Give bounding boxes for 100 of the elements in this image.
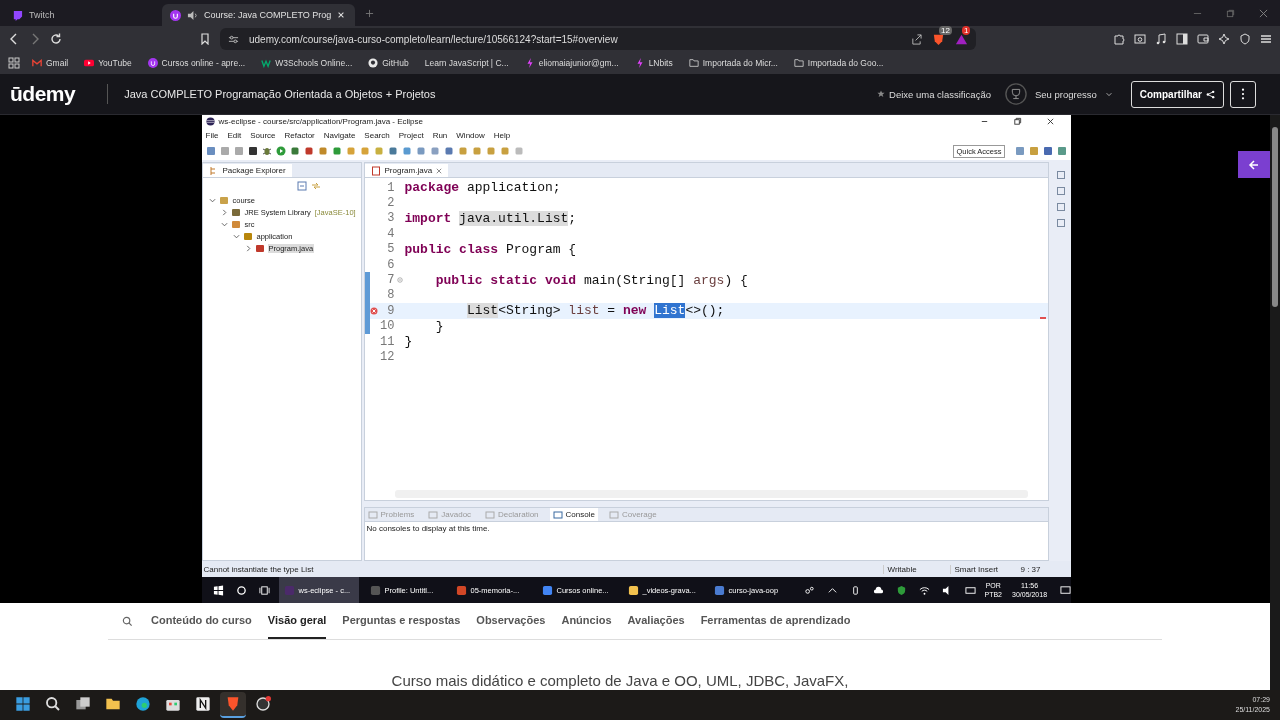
- expander-icon[interactable]: [208, 196, 216, 204]
- course-tab[interactable]: Avaliações: [627, 603, 685, 639]
- share-icon[interactable]: [911, 33, 922, 45]
- sidebar-icon[interactable]: [1176, 33, 1188, 45]
- course-tab[interactable]: Observações: [476, 603, 546, 639]
- wallet-icon[interactable]: [1197, 33, 1209, 45]
- search-icon[interactable]: [235, 584, 247, 596]
- profiler-icon: [369, 584, 381, 596]
- expander-icon[interactable]: [244, 244, 252, 252]
- menu-item[interactable]: Help: [493, 130, 511, 140]
- browser-tab[interactable]: Course: Java COMPLETO Prog: [162, 4, 356, 26]
- menu-item[interactable]: Navigate: [323, 130, 356, 140]
- octocat-icon: [368, 58, 379, 68]
- expander-icon[interactable]: [232, 232, 240, 240]
- lion-shield-icon: [225, 696, 241, 712]
- bookmark-item[interactable]: eliomaiajunior@gm...: [520, 58, 623, 68]
- view-icon[interactable]: [1055, 186, 1066, 196]
- view-icon[interactable]: [1055, 170, 1066, 180]
- perspective-icon[interactable]: [1014, 146, 1025, 156]
- view-tab[interactable]: Console: [549, 508, 598, 521]
- music-note-icon[interactable]: [1155, 33, 1167, 45]
- menu-item[interactable]: Refactor: [284, 130, 315, 140]
- rating-link[interactable]: Deixe uma classificação: [877, 88, 991, 100]
- view-tab[interactable]: Package Explorer: [202, 164, 292, 177]
- chrome-icon: [541, 584, 553, 596]
- bookmark-item[interactable]: Gmail: [28, 58, 73, 68]
- shield-icon[interactable]: [895, 584, 907, 596]
- triangle-icon[interactable]: [955, 32, 968, 46]
- progress-dropdown[interactable]: Seu progresso: [1004, 83, 1113, 105]
- people-icon[interactable]: [803, 584, 815, 596]
- new-tab-icon[interactable]: [365, 8, 375, 18]
- arrow-left-icon: [1248, 158, 1260, 171]
- expander-icon[interactable]: [220, 208, 228, 216]
- close-tab-icon[interactable]: [337, 11, 346, 19]
- bookmark-item[interactable]: W3Schools Online...: [257, 58, 357, 68]
- bookmark-item[interactable]: YouTube: [80, 58, 136, 68]
- browser-tab[interactable]: Twitch: [4, 4, 162, 26]
- bookmark-item[interactable]: Learn JavaScript | C...: [420, 58, 513, 68]
- share-button[interactable]: Compartilhar: [1130, 80, 1224, 108]
- bookmark-item[interactable]: Importada do Micr...: [684, 58, 782, 68]
- menu-item[interactable]: Search: [364, 130, 390, 140]
- sparkle-icon[interactable]: [1218, 33, 1230, 45]
- puzzle-icon[interactable]: [1113, 33, 1125, 45]
- open-sidebar-button[interactable]: [1238, 151, 1270, 178]
- eclipse-icon: [283, 584, 295, 596]
- perspective-icon[interactable]: [1056, 146, 1067, 156]
- keyboard-icon[interactable]: [964, 584, 976, 596]
- tool-icon[interactable]: [303, 146, 314, 156]
- star-icon: [877, 90, 886, 98]
- course-tab[interactable]: Anúncios: [561, 603, 612, 639]
- windows-logo-icon[interactable]: [212, 584, 224, 596]
- close-icon[interactable]: [1045, 117, 1055, 126]
- window-search-icon[interactable]: [1134, 33, 1146, 45]
- bookmark-item[interactable]: LNbits: [630, 58, 677, 68]
- notification-icon[interactable]: [1060, 584, 1072, 596]
- expander-icon[interactable]: [220, 220, 228, 228]
- n-logo-icon: [195, 696, 211, 712]
- line-number: 3: [386, 211, 395, 226]
- udemy-logo[interactable]: ūdemy: [10, 82, 76, 106]
- lion-shield-icon[interactable]: [932, 32, 945, 46]
- w-logo-icon: [261, 58, 272, 68]
- vertical-scrollbar[interactable]: [1270, 115, 1280, 690]
- apps-grid-icon[interactable]: [8, 57, 20, 69]
- menu-item[interactable]: File: [205, 130, 219, 140]
- shield-icon[interactable]: [1239, 33, 1251, 45]
- course-tab[interactable]: Ferramentas de aprendizado: [700, 603, 851, 639]
- course-tab[interactable]: Perguntas e respostas: [342, 603, 461, 639]
- view-icon[interactable]: [1055, 218, 1066, 228]
- tool-icon[interactable]: [247, 146, 258, 156]
- bookmark-item[interactable]: GitHub: [364, 58, 413, 68]
- bookmark-item[interactable]: Cursos online - apre...: [143, 58, 250, 68]
- folder-icon: [105, 696, 121, 712]
- udemy-logo-icon: [170, 9, 181, 21]
- reload-icon[interactable]: [50, 33, 62, 45]
- brave-taskbar-button[interactable]: [220, 692, 246, 718]
- task-view-icon[interactable]: [258, 584, 270, 596]
- error-marker: [1039, 317, 1046, 319]
- cloud-icon[interactable]: [872, 584, 884, 596]
- course-tab[interactable]: Conteúdo do curso: [151, 603, 252, 639]
- run-icon[interactable]: [275, 146, 286, 156]
- more-options-button[interactable]: [1230, 80, 1256, 108]
- menu-item[interactable]: Project: [398, 130, 424, 140]
- menu-item[interactable]: Source: [250, 130, 276, 140]
- restore-icon[interactable]: [1012, 117, 1022, 126]
- menu-item[interactable]: Window: [456, 130, 485, 140]
- menu-item[interactable]: Edit: [227, 130, 242, 140]
- perspective-icon[interactable]: [1042, 146, 1053, 156]
- bug-icon[interactable]: [261, 146, 272, 156]
- editor-tab[interactable]: Program.java: [364, 164, 449, 177]
- menu-icon[interactable]: [1260, 33, 1272, 45]
- collapse-all-icon[interactable]: [296, 181, 307, 191]
- address-bar[interactable]: udemy.com/course/java-curso-completo/learn/lecture/10566124?start=15#overview 12 1: [220, 28, 976, 50]
- close-icon[interactable]: [1259, 8, 1268, 18]
- restore-icon[interactable]: [1226, 8, 1235, 18]
- bookmark-item[interactable]: Importada do Goo...: [789, 58, 888, 68]
- menu-item[interactable]: Run: [432, 130, 448, 140]
- wifi-icon[interactable]: [918, 584, 930, 596]
- bookmark-icon[interactable]: [199, 33, 211, 45]
- view-icon[interactable]: [1055, 202, 1066, 212]
- folder-icon: [230, 219, 241, 229]
